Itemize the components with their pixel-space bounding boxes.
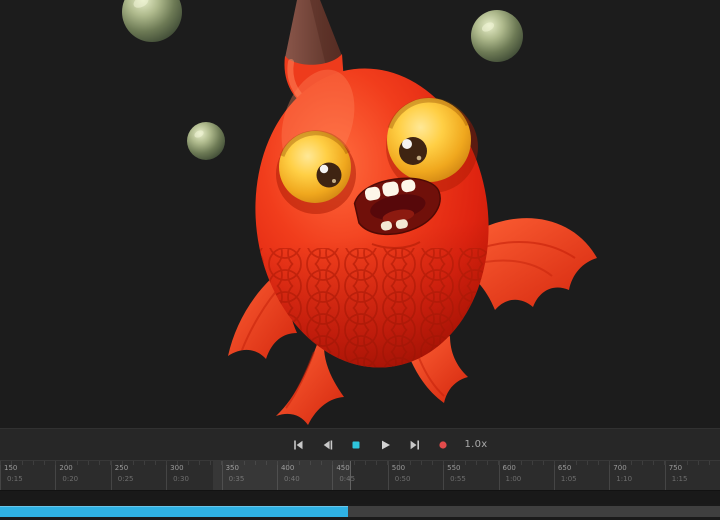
record-icon	[437, 439, 449, 451]
ruler-tick: 7501:15	[665, 461, 720, 490]
stop-button[interactable]	[348, 437, 364, 453]
transport-bar: 1.0x	[0, 428, 720, 460]
timeline-ruler-cells: 1500:152000:202500:253000:303500:354000:…	[0, 461, 720, 490]
step-forward-icon	[408, 439, 420, 451]
skip-start-icon	[292, 439, 304, 451]
record-button[interactable]	[435, 437, 451, 453]
skip-to-start-button[interactable]	[290, 437, 306, 453]
ruler-tick: 2000:20	[55, 461, 110, 490]
timeline-scrollbar-area	[0, 504, 720, 520]
bubble	[471, 10, 523, 62]
ruler-tick: 4500:45	[332, 461, 387, 490]
ruler-tick: 4000:40	[277, 461, 332, 490]
stage-canvas	[0, 0, 720, 428]
ruler-tick: 6501:05	[554, 461, 609, 490]
ruler-tick: 3000:30	[166, 461, 221, 490]
timeline-ruler[interactable]: 1500:152000:202500:253000:303500:354000:…	[0, 460, 720, 490]
timeline-tracks-strip	[0, 490, 720, 504]
animation-preview-app: 1.0x 1500:152000:202500:253000:303500:35…	[0, 0, 720, 520]
ruler-tick: 6001:00	[499, 461, 554, 490]
play-icon	[379, 439, 391, 451]
goldfish-left-eye	[276, 131, 356, 214]
ruler-tick: 5500:55	[443, 461, 498, 490]
ruler-tick: 3500:35	[222, 461, 277, 490]
play-button[interactable]	[377, 437, 393, 453]
cone-hat	[285, 0, 342, 66]
playback-speed-label[interactable]: 1.0x	[464, 439, 487, 450]
ruler-tick: 1500:15	[0, 461, 55, 490]
step-back-icon	[321, 439, 333, 451]
stop-icon	[350, 439, 362, 451]
ruler-tick: 7001:10	[609, 461, 664, 490]
timeline-scrollbar-track[interactable]	[0, 506, 720, 517]
goldfish-character	[228, 0, 597, 425]
step-forward-button[interactable]	[406, 437, 422, 453]
timeline-scrollbar-thumb[interactable]	[0, 506, 348, 517]
ruler-tick: 2500:25	[111, 461, 166, 490]
goldfish-artwork	[0, 0, 720, 428]
bubble	[122, 0, 182, 42]
ruler-tick: 5000:50	[388, 461, 443, 490]
step-backward-button[interactable]	[319, 437, 335, 453]
bubble	[187, 122, 225, 160]
